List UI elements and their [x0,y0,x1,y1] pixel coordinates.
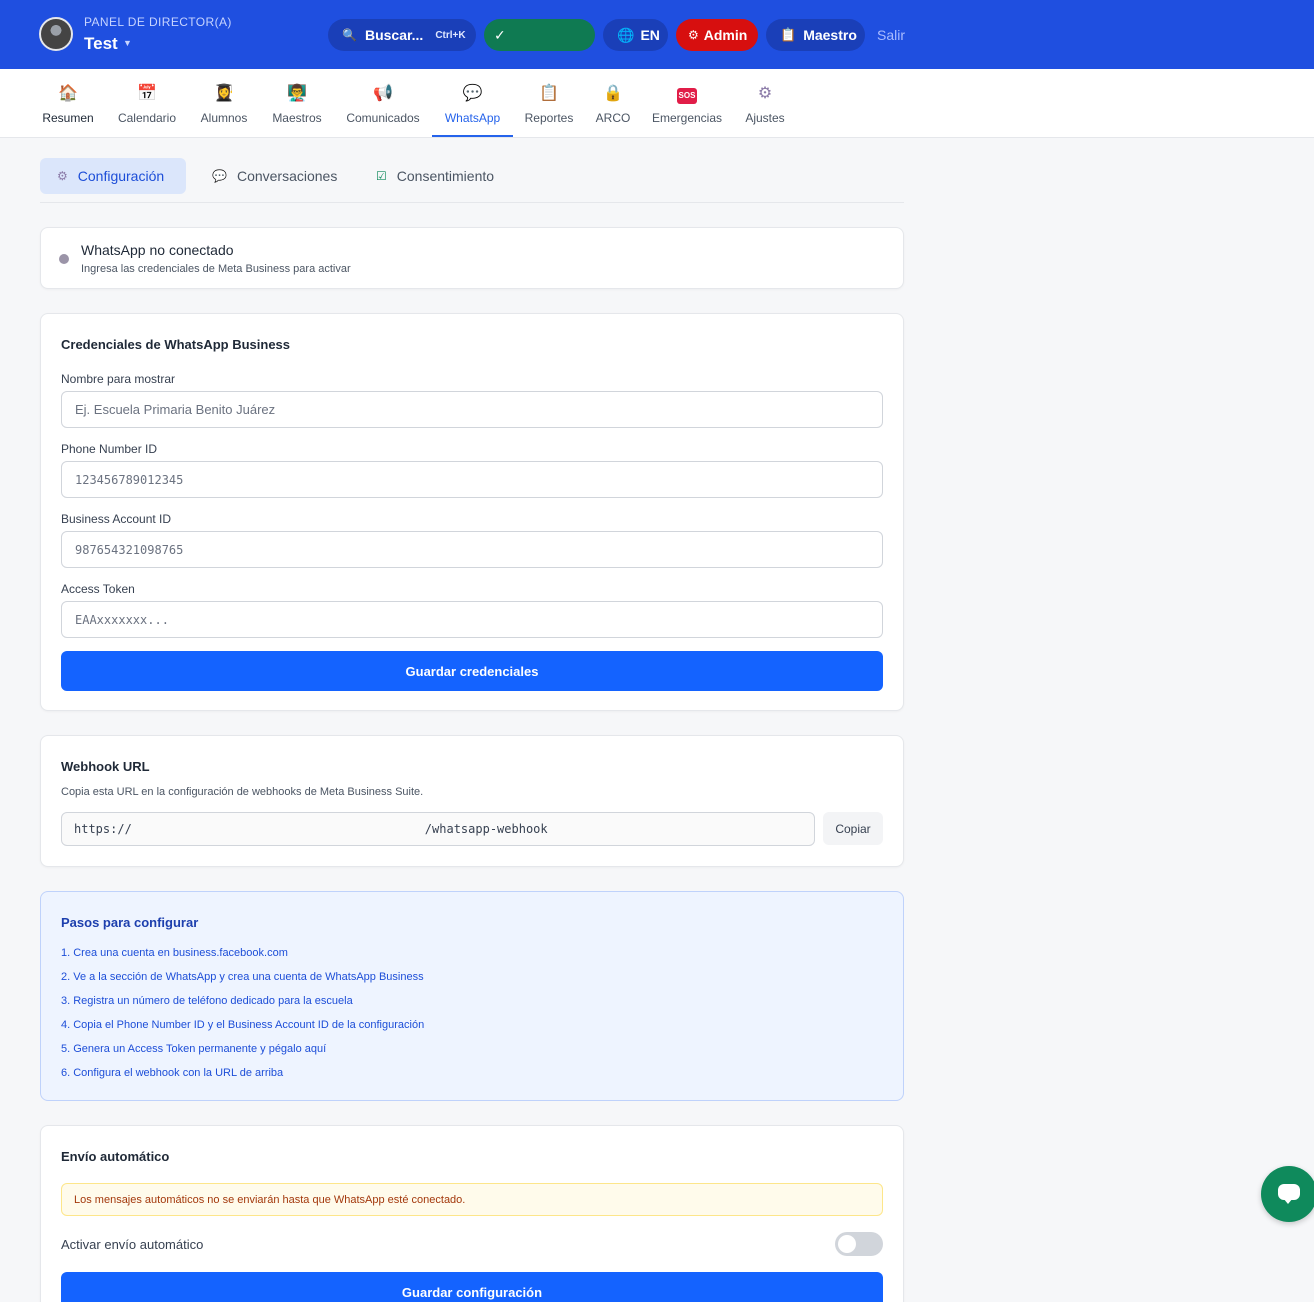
warning-banner: Los mensajes automáticos no se enviarán … [61,1183,883,1216]
step-item: 5. Genera un Access Token permanente y p… [61,1043,327,1055]
nav-item-resumen[interactable]: 🏠 Resumen [40,69,96,137]
teacher-button[interactable]: 📋 Maestro [766,19,865,51]
credentials-title: Credenciales de WhatsApp Business [61,337,291,352]
lock-icon: 🔒 [603,85,623,102]
nav-label: Maestros [272,111,322,125]
nav-item-whatsapp[interactable]: 💬 WhatsApp [432,69,513,137]
save-credentials-button[interactable]: Guardar credenciales [61,651,883,691]
language-label: EN [640,27,660,43]
display-name-input[interactable] [61,391,883,428]
teacher-label: Maestro [803,27,857,43]
nav-item-emergencias[interactable]: SOS Emergencias [649,69,725,137]
globe-icon: 🌐 [617,26,635,43]
display-name-label: Nombre para mostrar [61,372,176,386]
clipboard-icon: 📋 [539,85,559,102]
business-account-id-label: Business Account ID [61,512,172,526]
step-item: 4. Copia el Phone Number ID y el Busines… [61,1019,425,1031]
admin-button[interactable]: ⚙ Admin [676,19,758,51]
megaphone-icon: 📢 [373,85,393,102]
copy-button[interactable]: Copiar [823,812,883,845]
nav-item-comunicados[interactable]: 📢 Comunicados [342,69,424,137]
gear-icon: ⚙ [757,85,773,102]
calendar-icon: 📅 [137,85,157,102]
status-badge[interactable]: ✓ [484,19,595,51]
tab-conversaciones[interactable]: 💬 Conversaciones [196,158,348,194]
nav-label: Emergencias [651,111,723,125]
chat-bubble-icon: 💬 [212,169,227,183]
steps-title: Pasos para configurar [61,915,199,930]
tab-label: Consentimiento [396,168,495,184]
nav-label: Comunicados [346,111,420,125]
save-config-button[interactable]: Guardar configuración [61,1272,883,1302]
chat-fab-button[interactable] [1261,1166,1314,1222]
avatar[interactable] [39,17,73,51]
user-name[interactable]: Test [84,34,118,54]
tab-configuracion[interactable]: ⚙ Configuración [40,158,186,194]
teachers-icon: 👨‍🏫 [287,85,307,102]
nav-item-alumnos[interactable]: 👩‍🎓 Alumnos [196,69,252,137]
setup-steps-card: Pasos para configurar 1. Crea una cuenta… [40,891,904,1101]
webhook-description: Copia esta URL en la configuración de we… [61,786,424,798]
step-item: 3. Registra un número de teléfono dedica… [61,995,353,1007]
status-title: WhatsApp no conectado [81,242,234,258]
tab-consentimiento[interactable]: ☑ Consentimiento [360,158,508,194]
nav-label: WhatsApp [444,111,501,125]
nav-label: Resumen [42,111,94,125]
nav-label: Calendario [117,111,177,125]
search-shortcut: Ctrl+K [435,29,466,41]
subtab-bar: ⚙ Configuración 💬 Conversaciones ☑ Conse… [40,158,904,203]
auto-send-card: Envío automático Los mensajes automático… [40,1125,904,1302]
main-nav: 🏠 Resumen 📅 Calendario 👩‍🎓 Alumnos 👨‍🏫 M… [0,69,1314,138]
nav-label: Alumnos [200,111,248,125]
auto-send-toggle[interactable] [835,1232,883,1256]
phone-number-id-label: Phone Number ID [61,442,158,456]
check-icon: ✓ [494,26,506,43]
status-subtitle: Ingresa las credenciales de Meta Busines… [81,263,351,275]
clipboard-icon: 📋 [780,27,797,42]
top-bar: PANEL DE DIRECTOR(A) Test ▼ 🔍 Buscar... … [0,0,1314,69]
nav-label: ARCO [595,111,631,125]
step-item: 2. Ve a la sección de WhatsApp y crea un… [61,971,424,983]
gear-icon: ⚙ [688,28,699,42]
step-item: 1. Crea una cuenta en business.facebook.… [61,947,288,959]
webhook-title: Webhook URL [61,759,150,774]
student-icon: 👩‍🎓 [214,85,234,102]
connection-status-card: WhatsApp no conectado Ingresa las creden… [40,227,904,289]
access-token-input[interactable] [61,601,883,638]
nav-label: Ajustes [745,111,785,125]
panel-label: PANEL DE DIRECTOR(A) [84,15,232,29]
webhook-url-suffix: /whatsapp-webhook [424,822,548,836]
step-item: 6. Configura el webhook con la URL de ar… [61,1067,284,1079]
nav-item-maestros[interactable]: 👨‍🏫 Maestros [268,69,326,137]
status-dot-icon [59,254,69,264]
home-icon: 🏠 [58,85,78,102]
search-label: Buscar... [364,27,424,43]
nav-item-arco[interactable]: 🔒 ARCO [593,69,633,137]
auto-send-title: Envío automático [61,1149,170,1164]
language-button[interactable]: 🌐 EN [603,19,668,51]
search-icon: 🔍 [342,28,357,42]
nav-label: Reportes [524,111,574,125]
access-token-label: Access Token [61,582,135,596]
credentials-card: Credenciales de WhatsApp Business Nombre… [40,313,904,711]
nav-item-ajustes[interactable]: ⚙ Ajustes [741,69,789,137]
webhook-card: Webhook URL Copia esta URL en la configu… [40,735,904,867]
webhook-url-field[interactable]: https:// /whatsapp-webhook [61,812,815,846]
auto-send-toggle-label: Activar envío automático [61,1237,204,1252]
logout-link[interactable]: Salir [877,27,905,43]
phone-number-id-input[interactable] [61,461,883,498]
sos-icon: SOS [676,88,698,104]
webhook-url-prefix: https:// [74,822,132,836]
chevron-down-icon[interactable]: ▼ [123,38,132,48]
tab-label: Conversaciones [236,168,338,184]
search-button[interactable]: 🔍 Buscar... Ctrl+K [328,19,476,51]
chat-bubble-icon: 💬 [462,85,483,102]
business-account-id-input[interactable] [61,531,883,568]
checkbox-icon: ☑ [376,169,387,183]
admin-label: Admin [703,27,748,43]
tab-label: Configuración [77,168,165,184]
gear-icon: ⚙ [57,169,68,183]
nav-item-calendario[interactable]: 📅 Calendario [114,69,180,137]
nav-item-reportes[interactable]: 📋 Reportes [520,69,578,137]
